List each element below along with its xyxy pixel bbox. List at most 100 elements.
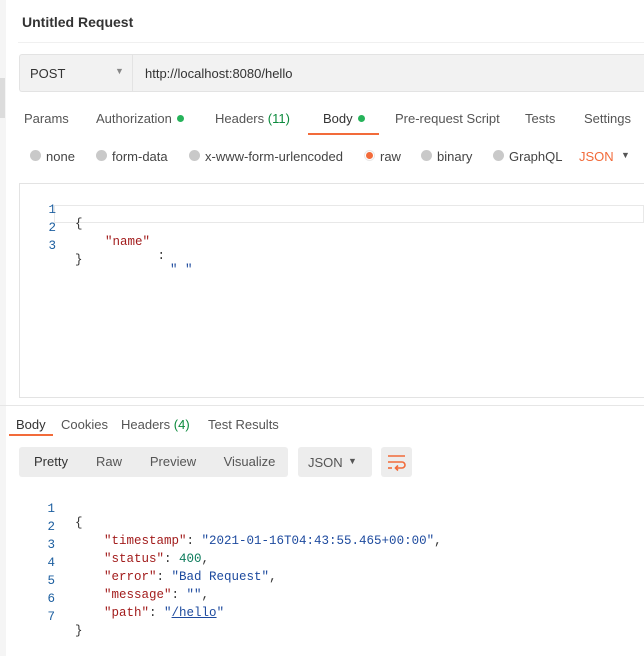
tab-label: Authorization bbox=[96, 111, 172, 126]
code-text: } bbox=[75, 624, 83, 638]
panel-divider[interactable] bbox=[0, 405, 644, 406]
status-dot-icon bbox=[176, 115, 184, 122]
json-colon: : bbox=[164, 552, 180, 566]
tab-label: Params bbox=[24, 111, 69, 126]
radio-x-www-form-urlencoded[interactable] bbox=[189, 150, 200, 161]
line-number: 2 bbox=[48, 221, 56, 235]
json-string-value: "2021-01-16T04:43:55.465+00:00" bbox=[201, 534, 435, 548]
tab-authorization[interactable]: Authorization bbox=[96, 111, 184, 126]
tab-pre-request-script[interactable]: Pre-request Script bbox=[395, 111, 500, 126]
json-string-value: "Bad Request" bbox=[171, 570, 270, 584]
json-string-value: "" bbox=[186, 588, 202, 602]
active-response-tab-indicator bbox=[9, 434, 53, 436]
tab-label: Pre-request Script bbox=[395, 111, 500, 126]
code-text: { bbox=[75, 217, 83, 231]
code-text: { bbox=[75, 516, 83, 530]
json-string-value: " " bbox=[170, 263, 193, 277]
method-select[interactable]: POST ▼ bbox=[20, 55, 133, 91]
json-number-value: 400 bbox=[179, 552, 202, 566]
code-line: 3 "status": 400, bbox=[0, 524, 209, 566]
code-line: 4 "error": "Bad Request", bbox=[0, 542, 276, 584]
url-input[interactable] bbox=[145, 66, 625, 81]
response-tab-test-results[interactable]: Test Results bbox=[208, 417, 279, 432]
request-tabs: Params Authorization Headers (11) Body P… bbox=[0, 104, 644, 136]
code-line: 1 { bbox=[0, 488, 82, 530]
line-number: 4 bbox=[47, 556, 55, 570]
radio-label: binary bbox=[437, 149, 473, 164]
chevron-down-icon[interactable]: ▼ bbox=[621, 150, 630, 160]
response-tab-headers[interactable]: Headers (4) bbox=[121, 417, 190, 432]
tab-headers[interactable]: Headers (11) bbox=[215, 111, 290, 126]
json-comma: , bbox=[201, 552, 210, 566]
view-mode-group: Pretty Raw Preview Visualize bbox=[19, 447, 288, 477]
radio-graphql[interactable] bbox=[493, 150, 504, 161]
json-comma: , bbox=[269, 570, 277, 584]
tab-label: Tests bbox=[525, 111, 556, 126]
json-key: "path" bbox=[104, 606, 150, 620]
active-tab-indicator bbox=[308, 133, 379, 135]
chevron-down-icon: ▼ bbox=[348, 456, 357, 466]
view-pretty-button[interactable]: Pretty bbox=[19, 447, 83, 477]
line-number: 3 bbox=[48, 239, 56, 253]
response-tab-cookies[interactable]: Cookies bbox=[61, 417, 108, 432]
tab-label: Settings bbox=[584, 111, 631, 126]
radio-label: x-www-form-urlencoded bbox=[205, 149, 343, 164]
tab-label: Body bbox=[16, 417, 46, 432]
code-text: } bbox=[75, 253, 83, 267]
radio-raw[interactable] bbox=[364, 150, 375, 161]
response-tab-body[interactable]: Body bbox=[16, 417, 46, 432]
tab-label: Test Results bbox=[208, 417, 279, 432]
url-bar: POST ▼ bbox=[19, 54, 644, 92]
wrap-lines-button[interactable] bbox=[381, 447, 412, 477]
radio-label: form-data bbox=[112, 149, 168, 164]
json-key: "name" bbox=[105, 235, 151, 249]
response-tabs: Body Cookies Headers (4) Test Results bbox=[0, 410, 644, 438]
wrap-lines-icon bbox=[388, 455, 406, 472]
json-separator: : bbox=[150, 249, 173, 263]
title-divider bbox=[18, 42, 644, 43]
json-quote: " bbox=[164, 606, 172, 620]
json-colon: : bbox=[171, 588, 187, 602]
line-number: 1 bbox=[48, 203, 56, 217]
response-format-select[interactable]: JSON ▼ bbox=[298, 447, 372, 477]
line-number: 3 bbox=[47, 538, 55, 552]
json-key: "status" bbox=[104, 552, 165, 566]
code-line: 3 } bbox=[0, 225, 82, 267]
json-quote: " bbox=[216, 606, 225, 620]
status-dot-icon bbox=[357, 115, 365, 122]
language-select[interactable]: JSON bbox=[579, 149, 614, 164]
active-line-highlight bbox=[54, 205, 644, 223]
response-format-label: JSON bbox=[308, 455, 343, 470]
tab-params[interactable]: Params bbox=[24, 111, 69, 126]
chevron-down-icon: ▼ bbox=[115, 66, 124, 76]
radio-label: raw bbox=[380, 149, 401, 164]
json-key: "timestamp" bbox=[104, 534, 187, 548]
json-colon: : bbox=[149, 606, 165, 620]
tab-body[interactable]: Body bbox=[323, 111, 365, 126]
json-colon: : bbox=[156, 570, 172, 584]
tab-count: (4) bbox=[173, 417, 190, 432]
json-colon: : bbox=[186, 534, 202, 548]
tab-settings[interactable]: Settings bbox=[584, 111, 631, 126]
tab-tests[interactable]: Tests bbox=[525, 111, 555, 126]
view-preview-button[interactable]: Preview bbox=[135, 447, 211, 477]
tab-count: (11) bbox=[267, 111, 290, 126]
json-key: "error" bbox=[104, 570, 157, 584]
code-line: 7 } bbox=[0, 596, 82, 638]
view-visualize-button[interactable]: Visualize bbox=[211, 447, 288, 477]
line-number: 6 bbox=[47, 592, 55, 606]
request-title[interactable]: Untitled Request bbox=[22, 14, 133, 30]
line-number: 7 bbox=[47, 610, 55, 624]
code-line: 2 "name" : " " bbox=[0, 207, 192, 277]
tab-label: Cookies bbox=[61, 417, 108, 432]
radio-form-data[interactable] bbox=[96, 150, 107, 161]
line-number: 5 bbox=[47, 574, 55, 588]
line-number: 1 bbox=[47, 502, 55, 516]
line-number: 2 bbox=[47, 520, 55, 534]
radio-none[interactable] bbox=[30, 150, 41, 161]
path-link[interactable]: /hello bbox=[172, 606, 217, 620]
method-label: POST bbox=[30, 66, 66, 81]
view-raw-button[interactable]: Raw bbox=[83, 447, 135, 477]
radio-label: none bbox=[46, 149, 75, 164]
radio-binary[interactable] bbox=[421, 150, 432, 161]
